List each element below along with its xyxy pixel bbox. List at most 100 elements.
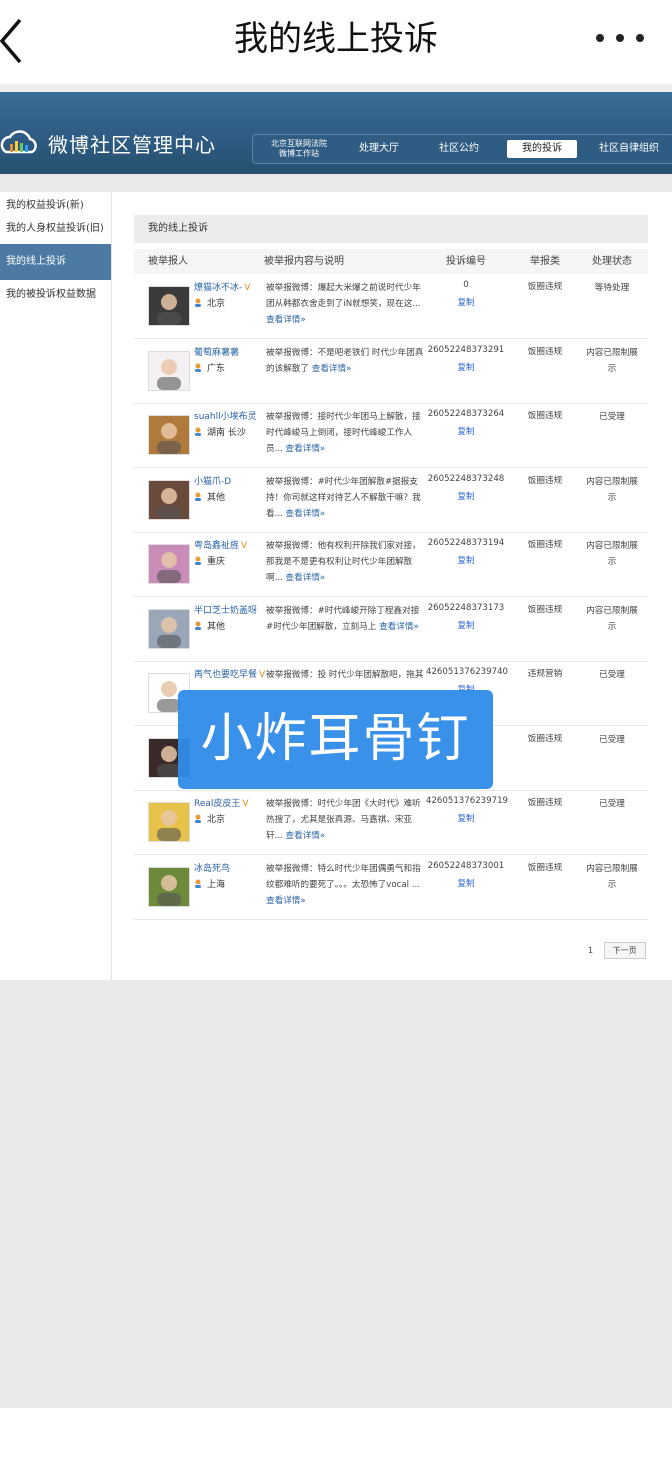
page-title: 我的线上投诉 <box>234 19 438 59</box>
sidebar: 我的权益投诉(新) 我的人身权益投诉(旧) 我的线上投诉 我的被投诉权益数据 <box>0 192 111 980</box>
sidebar-item-online[interactable]: 我的线上投诉 <box>0 244 111 280</box>
complaint-number: 0 <box>463 280 469 290</box>
reported-username[interactable]: 燎猫冰不冰- V <box>194 280 250 293</box>
section-title: 我的线上投诉 <box>134 215 648 243</box>
location: 其他 <box>194 490 225 503</box>
user-location-icon <box>195 363 201 372</box>
col-status: 处理状态 <box>592 256 632 267</box>
copy-button[interactable]: 复制 <box>426 554 506 566</box>
overlay-caption: 小炸耳骨钉 <box>178 690 493 789</box>
col-number: 投诉编号 <box>446 256 486 267</box>
pagination: 1 下一页 <box>588 942 646 959</box>
view-details-link[interactable]: 查看详情» <box>312 364 352 374</box>
nav-hall[interactable]: 处理大厅 <box>345 135 413 163</box>
avatar[interactable] <box>148 415 190 455</box>
sidebar-item-personal-old[interactable]: 我的人身权益投诉(旧) <box>0 218 111 240</box>
report-type: 饭圈违规 <box>527 733 563 744</box>
status-text: 内容已限制展示 <box>586 605 638 632</box>
reported-username[interactable]: 小猫爪-D <box>194 474 233 487</box>
reported-username[interactable]: 粤岛鑫祉旌 V <box>194 538 247 551</box>
complaint-number: 26052248373248 <box>427 473 505 484</box>
avatar[interactable] <box>148 866 190 907</box>
user-location-icon <box>195 879 201 888</box>
table-row: 小猫爪-D 其他 被举报微博：#时代少年团解散#据报支持！你司就这样对待艺人不解散干… <box>134 468 648 533</box>
complaint-number: 426051376239719 <box>426 796 509 806</box>
col-reported-user: 被举报人 <box>148 256 188 267</box>
report-type: 饭圈违规 <box>527 604 563 615</box>
location: 其他 <box>194 619 225 632</box>
avatar[interactable] <box>148 350 190 391</box>
bottom-bar <box>0 1408 672 1478</box>
complaint-content: 被举报微博：时代少年团《大时代》难听热搜了，尤其是张真源、马嘉祺、宋亚轩... … <box>266 799 421 841</box>
view-details-link[interactable]: 查看详情» <box>286 831 326 841</box>
view-details-link[interactable]: 查看详情» <box>266 315 306 325</box>
copy-button[interactable]: 复制 <box>426 490 506 502</box>
view-details-link[interactable]: 查看详情» <box>379 622 419 632</box>
col-content: 被举报内容与说明 <box>264 256 344 267</box>
table-row: 粤岛鑫祉旌 V 重庆 被举报微博：他有权利开除我们家对接，那我是不是更有权利让时代少年… <box>134 532 648 597</box>
report-type: 饭圈违规 <box>527 798 563 808</box>
sidebar-item-rights-new[interactable]: 我的权益投诉(新) <box>0 196 111 216</box>
reported-username[interactable]: 冰岛死鸟 <box>194 861 232 874</box>
table-row: 燎猫冰不冰- V 北京 被举报微博：爆起大米爆之前说时代少年团从韩都衣舍走到了iN就想… <box>134 274 648 339</box>
page-number[interactable]: 1 <box>588 946 593 955</box>
reported-username[interactable]: 葡萄麻薯薯 <box>194 345 241 358</box>
avatar[interactable] <box>148 608 190 649</box>
status-text: 已受理 <box>599 799 625 809</box>
avatar[interactable] <box>148 544 190 584</box>
table-row: Real皮皮王 V 北京 被举报微博：时代少年团《大时代》难听热搜了，尤其是张真源、马… <box>134 790 648 855</box>
location: 重庆 <box>194 554 225 567</box>
vip-badge-icon: V <box>242 799 249 809</box>
view-details-link[interactable]: 查看详情» <box>266 896 306 906</box>
user-location-icon <box>195 621 201 630</box>
divider <box>0 84 672 92</box>
reported-username[interactable]: 半口芝士奶盖呀 <box>194 603 259 616</box>
view-details-link[interactable]: 查看详情» <box>286 509 326 519</box>
complaint-content: 被举报微博：特么时代少年团偶勇气和指纹都难听的要死了。。。太恐怖了vocal .… <box>266 863 421 906</box>
complaint-content: 被举报微博：#时代峰峻开除丁程鑫对接#时代少年团解散，立刻马上 查看详情» <box>266 605 420 632</box>
sidebar-item-complained-data[interactable]: 我的被投诉权益数据 <box>0 284 111 306</box>
avatar[interactable] <box>148 802 190 842</box>
site-banner: 微博社区管理中心 北京互联网法院 微博工作站 处理大厅 社区公约 我的投诉 社区… <box>0 92 672 174</box>
status-text: 等待处理 <box>594 283 630 293</box>
col-type: 举报类 <box>530 256 560 267</box>
view-details-link[interactable]: 查看详情» <box>286 444 326 454</box>
reported-username[interactable]: suahll小埃布灵 <box>194 409 259 422</box>
copy-button[interactable]: 复制 <box>426 296 506 308</box>
report-type: 违规营销 <box>527 669 563 679</box>
location: 北京 <box>194 296 225 309</box>
more-icon[interactable] <box>594 26 646 50</box>
vip-badge-icon: V <box>244 283 251 293</box>
nav-self-discipline[interactable]: 社区自律组织 <box>589 135 669 163</box>
user-location-icon <box>195 492 201 501</box>
reported-username[interactable]: 再气也要吃早餐 V <box>194 667 265 680</box>
copy-button[interactable]: 复制 <box>426 361 506 373</box>
user-location-icon <box>195 298 201 307</box>
copy-button[interactable]: 复制 <box>426 619 506 631</box>
main-panel: 我的线上投诉 被举报人 被举报内容与说明 投诉编号 举报类 处理状态 燎猫冰不冰… <box>111 192 672 980</box>
status-text: 已受理 <box>599 412 625 422</box>
cloud-logo-icon <box>0 130 37 154</box>
copy-button[interactable]: 复制 <box>426 425 506 437</box>
user-location-icon <box>195 814 201 823</box>
complaint-content: 被举报微博：#时代少年团解散#据报支持！你司就这样对待艺人不解散干嘛？我看...… <box>266 476 421 519</box>
next-page-button[interactable]: 下一页 <box>603 942 646 959</box>
reported-username[interactable]: Real皮皮王 V <box>194 796 249 809</box>
table-row: 半口芝士奶盖呀 其他 被举报微博：#时代峰峻开除丁程鑫对接#时代少年团解散，立刻马上… <box>134 597 648 662</box>
view-details-link[interactable]: 查看详情» <box>286 573 326 583</box>
nav-court[interactable]: 北京互联网法院 微博工作站 <box>259 135 339 163</box>
status-text: 已受理 <box>599 734 625 745</box>
report-type: 饭圈违规 <box>527 346 563 357</box>
report-type: 饭圈违规 <box>527 282 563 292</box>
avatar[interactable] <box>148 479 190 520</box>
copy-button[interactable]: 复制 <box>426 812 506 824</box>
copy-button[interactable]: 复制 <box>426 877 506 889</box>
status-text: 内容已限制展示 <box>586 541 638 567</box>
vip-badge-icon: V <box>241 541 248 551</box>
table-header: 被举报人 被举报内容与说明 投诉编号 举报类 处理状态 <box>134 249 648 274</box>
nav-my-complaints[interactable]: 我的投诉 <box>507 140 577 158</box>
status-text: 内容已限制展示 <box>586 347 638 374</box>
location: 北京 <box>194 812 225 825</box>
nav-convention[interactable]: 社区公约 <box>425 135 493 163</box>
avatar[interactable] <box>148 286 190 326</box>
